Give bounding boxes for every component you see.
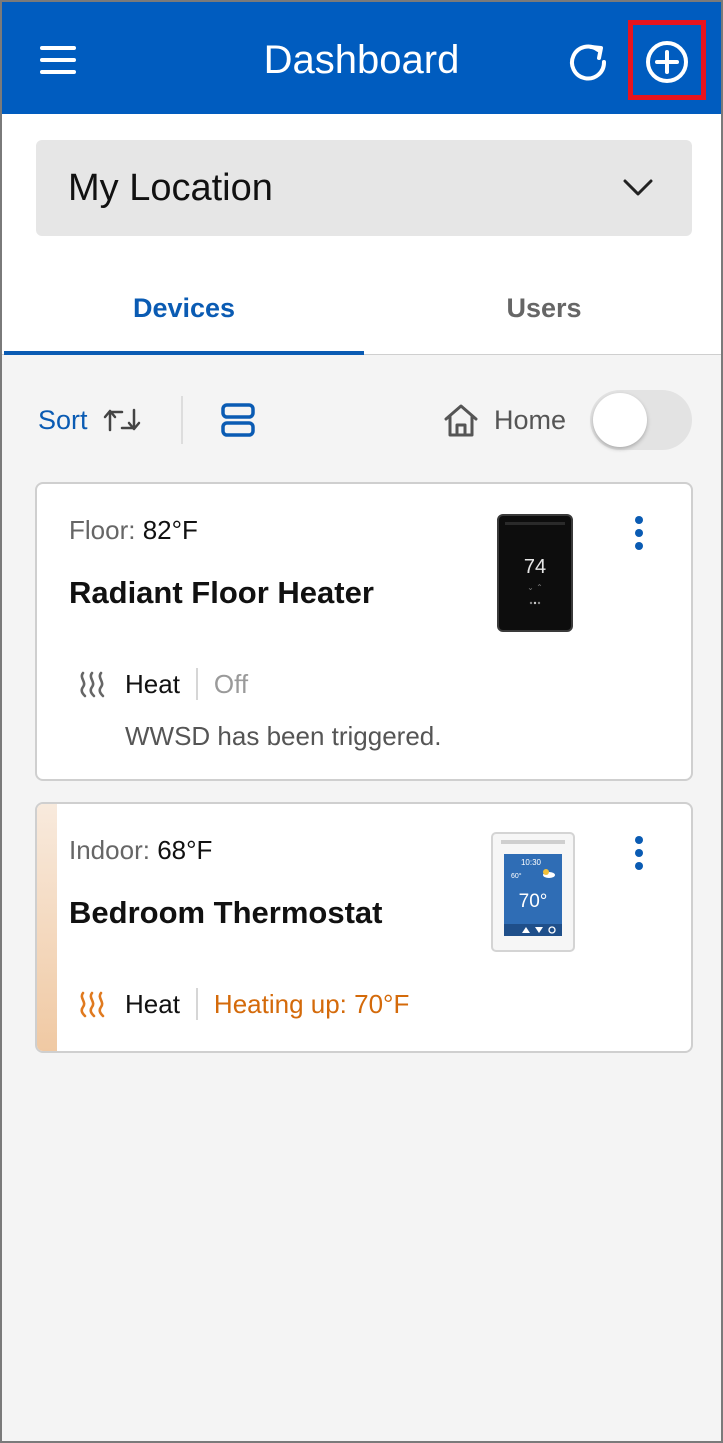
refresh-button[interactable] [564, 38, 612, 84]
device-name: Radiant Floor Heater [69, 575, 374, 610]
device-temperature: Indoor: 68°F [69, 834, 212, 866]
add-device-button[interactable] [642, 38, 692, 86]
sort-label: Sort [38, 404, 88, 435]
active-tab-indicator [4, 351, 364, 355]
tab-devices[interactable]: Devices [4, 272, 364, 352]
more-vertical-icon-dot [635, 542, 643, 550]
heat-waves-icon [80, 671, 105, 698]
tab-users[interactable]: Users [364, 272, 721, 352]
sort-button[interactable]: Sort [38, 396, 142, 444]
device-status: Off [213, 669, 249, 699]
temperature-value: 68°F [157, 835, 213, 865]
sort-icon [103, 408, 140, 432]
device-more-options-button[interactable] [629, 836, 649, 876]
thermostat-device-image: 10:30 60° 70° [491, 832, 575, 952]
temperature-label: Indoor: [69, 835, 150, 865]
more-vertical-icon [635, 516, 643, 524]
device-display-outdoor: 60° [511, 872, 522, 880]
temperature-label: Floor: [69, 515, 136, 545]
device-status: Heating up: 70°F [213, 989, 410, 1019]
status-divider [195, 668, 198, 700]
more-vertical-icon-dot [635, 849, 643, 857]
tab-users-label: Users [506, 293, 582, 323]
status-divider [195, 988, 198, 1020]
device-status-row: Heat Heating up: 70°F [77, 988, 409, 1020]
device-more-options-button[interactable] [629, 516, 649, 556]
device-temperature: Floor: 82°F [69, 514, 198, 546]
device-card-radiant-floor-heater[interactable]: Floor: 82°F Radiant Floor Heater 74 ⌄ ⌃ … [35, 482, 693, 781]
device-display-value: 70° [519, 891, 548, 912]
thermostat-device-image: 74 ⌄ ⌃ [497, 514, 573, 632]
device-name: Bedroom Thermostat [69, 895, 383, 930]
view-toggle-button[interactable] [220, 402, 256, 438]
home-mode-toggle[interactable] [590, 390, 692, 450]
device-status-row: Heat Off [77, 668, 248, 700]
device-card-bedroom-thermostat[interactable]: Indoor: 68°F Bedroom Thermostat 10:30 60… [35, 802, 693, 1053]
device-mode: Heat [125, 989, 180, 1019]
home-icon [444, 404, 478, 437]
app-screen: Dashboard My Location Devices Users Sort… [0, 0, 723, 1443]
location-dropdown[interactable]: My Location [36, 140, 692, 236]
device-status-message: WWSD has been triggered. [125, 721, 442, 751]
add-circle-icon [646, 41, 688, 83]
refresh-icon [570, 44, 607, 81]
toolbar-divider [181, 396, 183, 444]
more-vertical-icon-dot [635, 529, 643, 537]
device-display-time: 10:30 [521, 858, 542, 867]
toggle-knob [593, 393, 647, 447]
location-label: My Location [68, 167, 273, 209]
top-app-bar: Dashboard [2, 2, 721, 114]
heating-accent-bar [37, 804, 57, 1051]
temperature-value: 82°F [142, 515, 198, 545]
home-mode-label: Home [494, 405, 567, 435]
heat-waves-icon [80, 991, 105, 1018]
list-view-icon [221, 403, 255, 437]
page-title: Dashboard [263, 38, 460, 82]
svg-text:⌄ ⌃: ⌄ ⌃ [527, 583, 543, 592]
tab-devices-label: Devices [132, 293, 236, 323]
more-vertical-icon [635, 836, 643, 844]
more-vertical-icon-dot [635, 862, 643, 870]
device-display-value: 74 [524, 556, 546, 578]
device-mode: Heat [125, 669, 180, 699]
chevron-down-icon [623, 179, 653, 196]
